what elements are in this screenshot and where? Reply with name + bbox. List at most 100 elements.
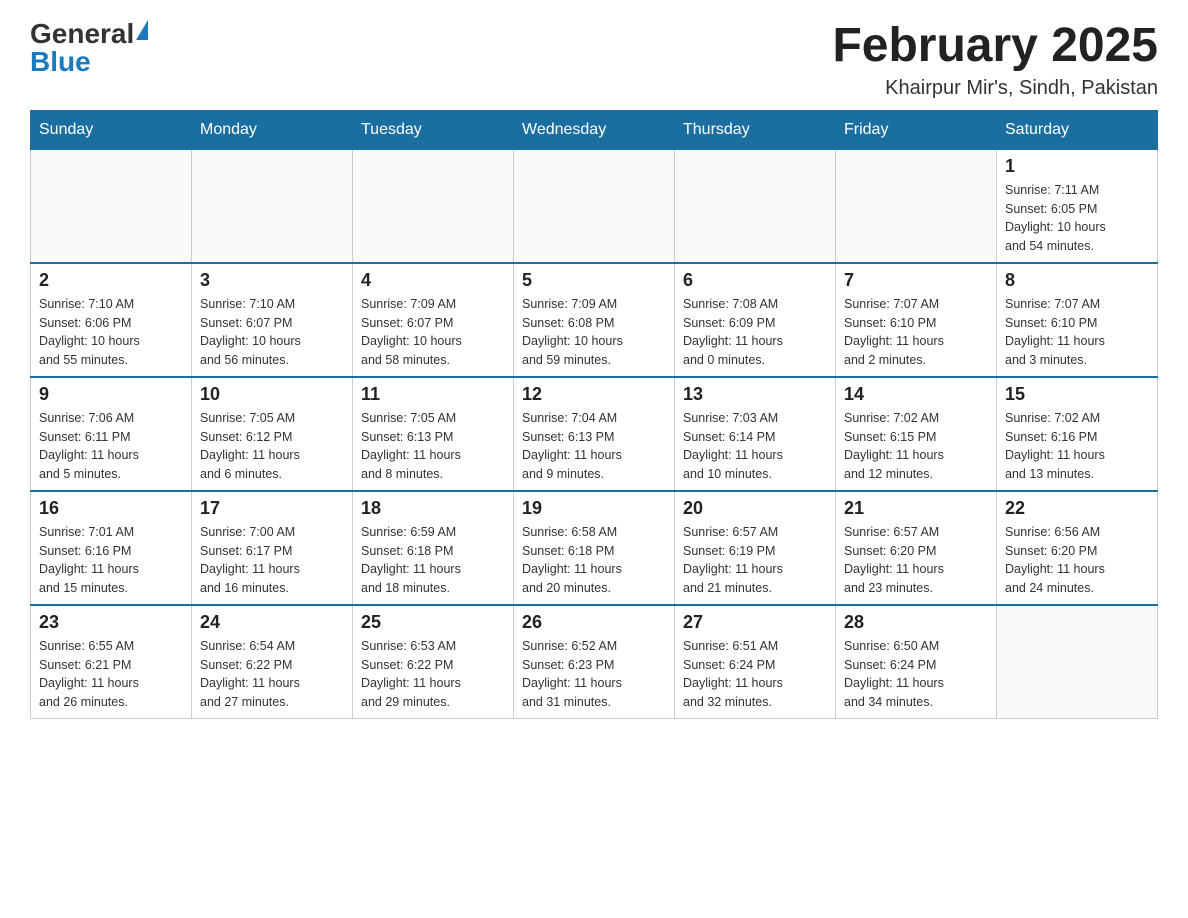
calendar-cell [31,149,192,263]
weekday-header-sunday: Sunday [31,110,192,149]
calendar-cell: 3 Sunrise: 7:10 AMSunset: 6:07 PMDaylight… [192,263,353,377]
calendar-cell: 18 Sunrise: 6:59 AMSunset: 6:18 PMDayligh… [353,491,514,605]
day-info: Sunrise: 7:05 AMSunset: 6:13 PMDaylight:… [361,409,505,484]
day-info: Sunrise: 7:09 AMSunset: 6:07 PMDaylight:… [361,295,505,370]
day-info: Sunrise: 7:07 AMSunset: 6:10 PMDaylight:… [844,295,988,370]
day-number: 17 [200,498,344,519]
day-number: 15 [1005,384,1149,405]
calendar-cell: 15 Sunrise: 7:02 AMSunset: 6:16 PMDayligh… [997,377,1158,491]
day-info: Sunrise: 7:09 AMSunset: 6:08 PMDaylight:… [522,295,666,370]
calendar-cell: 7 Sunrise: 7:07 AMSunset: 6:10 PMDaylight… [836,263,997,377]
day-number: 25 [361,612,505,633]
calendar-cell [353,149,514,263]
calendar-cell [192,149,353,263]
day-info: Sunrise: 6:55 AMSunset: 6:21 PMDaylight:… [39,637,183,712]
weekday-header-row: SundayMondayTuesdayWednesdayThursdayFrid… [31,110,1158,149]
calendar-cell: 22 Sunrise: 6:56 AMSunset: 6:20 PMDayligh… [997,491,1158,605]
calendar-week-row: 2 Sunrise: 7:10 AMSunset: 6:06 PMDaylight… [31,263,1158,377]
calendar-week-row: 16 Sunrise: 7:01 AMSunset: 6:16 PMDayligh… [31,491,1158,605]
weekday-header-monday: Monday [192,110,353,149]
day-number: 7 [844,270,988,291]
calendar-cell: 5 Sunrise: 7:09 AMSunset: 6:08 PMDaylight… [514,263,675,377]
calendar-cell: 8Sunrise: 7:07 AMSunset: 6:10 PMDaylight… [997,263,1158,377]
weekday-header-saturday: Saturday [997,110,1158,149]
calendar-cell: 12 Sunrise: 7:04 AMSunset: 6:13 PMDayligh… [514,377,675,491]
day-number: 11 [361,384,505,405]
day-number: 6 [683,270,827,291]
calendar-cell: 17Sunrise: 7:00 AMSunset: 6:17 PMDayligh… [192,491,353,605]
calendar-cell [514,149,675,263]
calendar-cell: 19 Sunrise: 6:58 AMSunset: 6:18 PMDayligh… [514,491,675,605]
day-number: 4 [361,270,505,291]
day-number: 9 [39,384,183,405]
day-info: Sunrise: 6:52 AMSunset: 6:23 PMDaylight:… [522,637,666,712]
day-info: Sunrise: 7:01 AMSunset: 6:16 PMDaylight:… [39,523,183,598]
day-number: 19 [522,498,666,519]
day-number: 13 [683,384,827,405]
calendar-cell: 24 Sunrise: 6:54 AMSunset: 6:22 PMDayligh… [192,605,353,719]
month-title: February 2025 [832,20,1158,73]
day-info: Sunrise: 6:57 AMSunset: 6:19 PMDaylight:… [683,523,827,598]
day-number: 26 [522,612,666,633]
calendar-cell: 27 Sunrise: 6:51 AMSunset: 6:24 PMDayligh… [675,605,836,719]
location-title: Khairpur Mir's, Sindh, Pakistan [832,77,1158,100]
calendar-cell: 13 Sunrise: 7:03 AMSunset: 6:14 PMDayligh… [675,377,836,491]
day-info: Sunrise: 7:02 AMSunset: 6:16 PMDaylight:… [1005,409,1149,484]
day-number: 24 [200,612,344,633]
page-header: General Blue February 2025 Khairpur Mir'… [30,20,1158,100]
day-number: 21 [844,498,988,519]
calendar-cell: 2 Sunrise: 7:10 AMSunset: 6:06 PMDaylight… [31,263,192,377]
calendar-table: SundayMondayTuesdayWednesdayThursdayFrid… [30,110,1158,719]
day-info: Sunrise: 6:58 AMSunset: 6:18 PMDaylight:… [522,523,666,598]
logo-blue-text: Blue [30,48,91,76]
day-info: Sunrise: 7:02 AMSunset: 6:15 PMDaylight:… [844,409,988,484]
calendar-cell: 14 Sunrise: 7:02 AMSunset: 6:15 PMDayligh… [836,377,997,491]
weekday-header-friday: Friday [836,110,997,149]
day-number: 27 [683,612,827,633]
day-info: Sunrise: 7:11 AMSunset: 6:05 PMDaylight:… [1005,181,1149,256]
day-number: 3 [200,270,344,291]
day-number: 5 [522,270,666,291]
calendar-cell: 1 Sunrise: 7:11 AMSunset: 6:05 PMDaylight… [997,149,1158,263]
calendar-cell [675,149,836,263]
day-number: 2 [39,270,183,291]
weekday-header-tuesday: Tuesday [353,110,514,149]
calendar-cell: 25 Sunrise: 6:53 AMSunset: 6:22 PMDayligh… [353,605,514,719]
calendar-cell: 28 Sunrise: 6:50 AMSunset: 6:24 PMDayligh… [836,605,997,719]
day-info: Sunrise: 7:10 AMSunset: 6:06 PMDaylight:… [39,295,183,370]
day-info: Sunrise: 6:59 AMSunset: 6:18 PMDaylight:… [361,523,505,598]
day-info: Sunrise: 6:54 AMSunset: 6:22 PMDaylight:… [200,637,344,712]
weekday-header-thursday: Thursday [675,110,836,149]
day-number: 8 [1005,270,1149,291]
calendar-cell: 23Sunrise: 6:55 AMSunset: 6:21 PMDayligh… [31,605,192,719]
calendar-cell [997,605,1158,719]
calendar-cell: 26 Sunrise: 6:52 AMSunset: 6:23 PMDayligh… [514,605,675,719]
day-number: 28 [844,612,988,633]
calendar-week-row: 23Sunrise: 6:55 AMSunset: 6:21 PMDayligh… [31,605,1158,719]
logo-general-text: General [30,20,134,48]
day-number: 18 [361,498,505,519]
calendar-week-row: 1 Sunrise: 7:11 AMSunset: 6:05 PMDaylight… [31,149,1158,263]
day-number: 14 [844,384,988,405]
day-number: 16 [39,498,183,519]
day-info: Sunrise: 7:03 AMSunset: 6:14 PMDaylight:… [683,409,827,484]
day-info: Sunrise: 7:10 AMSunset: 6:07 PMDaylight:… [200,295,344,370]
day-number: 12 [522,384,666,405]
calendar-cell: 21Sunrise: 6:57 AMSunset: 6:20 PMDayligh… [836,491,997,605]
day-info: Sunrise: 6:50 AMSunset: 6:24 PMDaylight:… [844,637,988,712]
day-info: Sunrise: 7:05 AMSunset: 6:12 PMDaylight:… [200,409,344,484]
day-info: Sunrise: 6:56 AMSunset: 6:20 PMDaylight:… [1005,523,1149,598]
day-info: Sunrise: 6:51 AMSunset: 6:24 PMDaylight:… [683,637,827,712]
day-number: 1 [1005,156,1149,177]
calendar-cell [836,149,997,263]
day-number: 22 [1005,498,1149,519]
calendar-cell: 4 Sunrise: 7:09 AMSunset: 6:07 PMDaylight… [353,263,514,377]
day-info: Sunrise: 7:04 AMSunset: 6:13 PMDaylight:… [522,409,666,484]
calendar-cell: 16 Sunrise: 7:01 AMSunset: 6:16 PMDayligh… [31,491,192,605]
calendar-cell: 10 Sunrise: 7:05 AMSunset: 6:12 PMDayligh… [192,377,353,491]
day-number: 10 [200,384,344,405]
day-info: Sunrise: 6:53 AMSunset: 6:22 PMDaylight:… [361,637,505,712]
calendar-cell: 20 Sunrise: 6:57 AMSunset: 6:19 PMDayligh… [675,491,836,605]
day-number: 20 [683,498,827,519]
logo-triangle-icon [136,20,148,40]
